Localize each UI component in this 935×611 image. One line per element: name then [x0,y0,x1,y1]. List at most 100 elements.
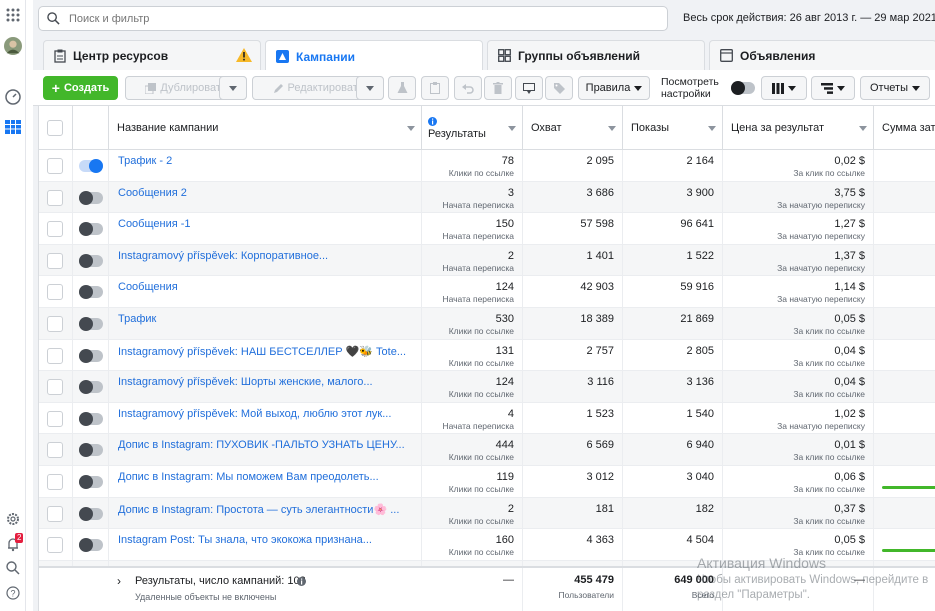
row-checkbox[interactable] [47,442,63,459]
search-icon[interactable] [4,559,22,577]
avatar[interactable] [4,37,22,55]
table-row[interactable]: Instagramový příspěvek: Мой выход, люблю… [39,402,935,435]
impressions-value: 6 940 [686,439,714,452]
column-header-name[interactable]: Название кампании [109,106,422,150]
tab-ad-sets[interactable]: Группы объявлений [487,40,705,70]
impressions-cell: 3 040 [623,466,723,497]
search-bar[interactable] [38,6,668,31]
campaign-status-toggle[interactable] [79,253,103,268]
apps-grid-icon[interactable] [4,6,22,24]
campaign-status-toggle[interactable] [79,380,103,395]
campaign-name-link[interactable]: Instagram Post: Ты знала, что экокожа пр… [118,534,372,546]
column-header-reach[interactable]: Охват [523,106,623,150]
rules-button[interactable]: Правила [578,76,650,100]
campaign-name-link[interactable]: Instagramový příspěvek: Мой выход, люблю… [118,408,391,420]
campaign-name-link[interactable]: Сообщения [118,281,178,293]
cost-cell: 0,04 $ За клик по ссылке [723,339,874,371]
row-checkbox[interactable] [47,158,63,174]
tab-ads[interactable]: Объявления [709,40,935,70]
campaign-status-toggle[interactable] [79,159,103,173]
table-row[interactable]: Трафик 530 Клики по ссылке 18 389 21 869 0,05… [39,308,935,340]
campaign-name-link[interactable]: Допис в Instagram: Мы поможем Вам преодо… [118,471,379,483]
duplicate-dropdown-button[interactable] [219,76,247,100]
table-row[interactable]: Instagramový příspěvek: Корпоративное...… [39,244,935,277]
clipboard-button[interactable] [421,76,449,100]
cost-type: За клик по ссылке [793,389,865,400]
table-row[interactable]: Сообщения 124 Начата переписка 42 903 59 916… [39,276,935,308]
row-checkbox[interactable] [47,410,63,427]
select-all-checkbox[interactable] [47,120,63,136]
columns-button[interactable] [761,76,807,100]
campaign-name-link[interactable]: Трафик [118,313,156,325]
dashboard-icon[interactable] [4,88,22,106]
campaign-icon [276,50,289,63]
row-checkbox[interactable] [47,221,63,238]
help-icon[interactable]: ? [4,584,22,602]
campaign-name-link[interactable]: Instagramový příspěvek: Корпоративное... [118,250,328,262]
campaign-status-toggle[interactable] [79,317,103,331]
campaign-status-toggle[interactable] [79,475,103,489]
breakdown-button[interactable] [811,76,855,100]
toggle-knob [79,538,93,553]
row-checkbox[interactable] [47,474,63,490]
campaign-name-link[interactable]: Сообщения -1 [118,218,191,230]
campaign-name-link[interactable]: Instagramový příspěvek: НАШ БЕСТСЕЛЛЕР 🖤… [118,345,406,358]
row-checkbox[interactable] [47,284,63,301]
row-checkbox[interactable] [47,189,63,206]
tab-campaigns[interactable]: Кампании [265,40,483,72]
columns-icon [772,82,784,94]
campaign-status-toggle[interactable] [79,222,103,237]
campaign-status-toggle[interactable] [79,348,103,363]
ab-test-button[interactable] [388,76,416,100]
campaign-status-toggle[interactable] [79,538,103,553]
undo-icon [462,83,474,94]
cost-value: 0,05 $ [834,534,865,547]
row-checkbox[interactable] [47,316,63,332]
notifications-bell-icon[interactable]: 2 [4,533,24,553]
campaign-status-toggle[interactable] [79,285,103,300]
undo-button[interactable] [454,76,482,100]
column-header-results[interactable]: Результаты [422,106,523,150]
row-checkbox[interactable] [47,537,63,554]
campaign-status-toggle[interactable] [79,443,103,458]
row-checkbox[interactable] [47,505,63,522]
campaign-name-link[interactable]: Instagramový příspěvek: Шорты женские, м… [118,376,373,388]
edit-dropdown-button[interactable] [356,76,384,100]
campaign-name-link[interactable]: Трафик - 2 [118,155,172,167]
table-row[interactable]: Допис в Instagram: ПУХОВИК -ПАЛЬТО УЗНАТ… [39,434,935,466]
view-settings-toggle[interactable] [731,81,755,95]
toggle-knob [89,159,103,173]
search-input[interactable] [69,10,649,28]
campaigns-table-icon[interactable] [4,118,22,136]
table-row[interactable]: Допис в Instagram: Простота — суть элега… [39,497,935,530]
table-row[interactable]: Сообщения 2 3 Начата переписка 3 686 3 900 3,… [39,181,935,214]
column-header-amount-spent[interactable]: Сумма затр [874,106,935,150]
create-button[interactable]: + Создать [43,76,118,100]
table-row[interactable]: Instagramový příspěvek: Шорты женские, м… [39,371,935,403]
campaign-name-link[interactable]: Допис в Instagram: Простота — суть элега… [118,503,399,516]
reach-cell: 4 363 [523,529,623,560]
preview-button[interactable] [515,76,543,100]
tab-account-overview[interactable]: Центр ресурсов [43,40,261,70]
table-row[interactable]: Instagramový příspěvek: НАШ БЕСТСЕЛЛЕР 🖤… [39,339,935,372]
row-checkbox[interactable] [47,252,63,269]
table-row[interactable]: Допис в Instagram: Мы поможем Вам преодо… [39,466,935,498]
column-header-impressions[interactable]: Показы [623,106,723,150]
cost-type: За начатую переписку [777,420,865,431]
campaign-status-toggle[interactable] [79,190,103,205]
tag-button[interactable] [545,76,573,100]
settings-gear-icon[interactable] [4,510,22,528]
table-row[interactable]: Сообщения -1 150 Начата переписка 57 598 96 … [39,213,935,245]
campaign-status-toggle[interactable] [79,506,103,521]
campaign-name-link[interactable]: Допис в Instagram: ПУХОВИК -ПАЛЬТО УЗНАТ… [118,439,405,451]
campaign-status-toggle[interactable] [79,411,103,426]
delete-button[interactable] [484,76,512,100]
campaign-name-link[interactable]: Сообщения 2 [118,187,187,199]
expand-chevron-icon[interactable]: › [117,574,121,588]
table-row[interactable]: Трафик - 2 78 Клики по ссылке 2 095 2 164 0,0… [39,150,935,182]
reports-button[interactable]: Отчеты [860,76,930,100]
column-header-cost-per-result[interactable]: Цена за результат [723,106,874,150]
date-range-picker[interactable]: Весь срок действия: 26 авг 2013 г. — 29 … [683,12,935,24]
row-checkbox[interactable] [47,379,63,396]
row-checkbox[interactable] [47,347,63,364]
